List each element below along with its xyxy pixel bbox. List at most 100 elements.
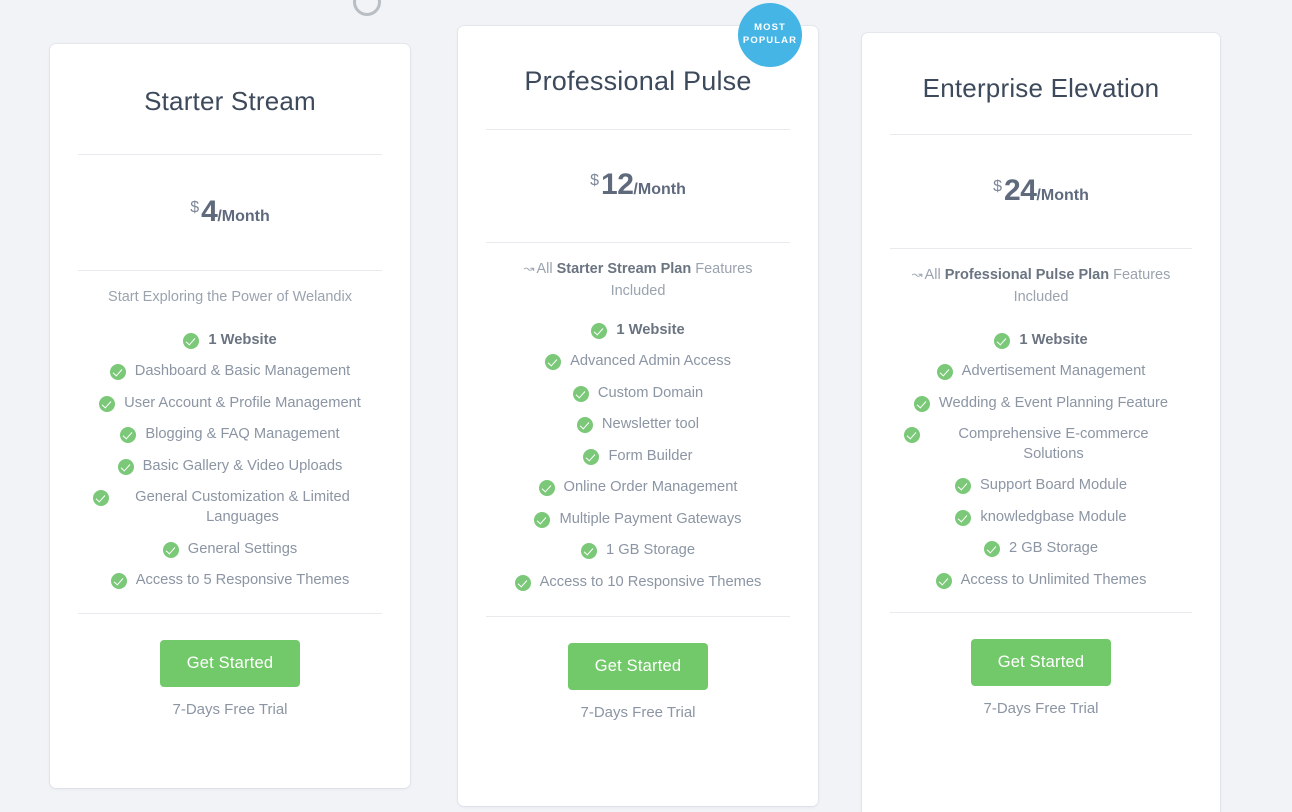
feature-item: Dashboard & Basic Management (68, 356, 392, 388)
price-block: $ 12 /Month (458, 130, 818, 242)
feature-item: Advertisement Management (880, 356, 1202, 388)
feature-item: Form Builder (476, 441, 800, 473)
most-popular-badge: MOST POPULAR (738, 3, 802, 67)
check-circle-icon (120, 427, 136, 443)
trial-note: 7-Days Free Trial (50, 687, 410, 718)
feature-label: 2 GB Storage (1009, 539, 1098, 559)
check-circle-icon (591, 323, 607, 339)
feature-label: Custom Domain (598, 384, 703, 404)
check-circle-icon (545, 354, 561, 370)
check-circle-icon (994, 333, 1010, 349)
feature-label: Access to 10 Responsive Themes (540, 573, 762, 593)
check-circle-icon (183, 333, 199, 349)
feature-label: Form Builder (608, 447, 692, 467)
get-started-button[interactable]: Get Started (568, 643, 709, 690)
price-period: /Month (1036, 187, 1088, 205)
get-started-button[interactable]: Get Started (160, 640, 301, 687)
trial-note: 7-Days Free Trial (862, 686, 1220, 717)
check-circle-icon (936, 573, 952, 589)
feature-item: 1 GB Storage (476, 535, 800, 567)
feature-label: Basic Gallery & Video Uploads (143, 457, 343, 477)
price-amount: 12 (601, 168, 633, 202)
feature-label: Newsletter tool (602, 415, 699, 435)
badge-line-1: MOST (754, 22, 786, 35)
loading-spinner-icon (353, 0, 381, 16)
feature-label: knowledgbase Module (980, 508, 1126, 528)
feature-label: Access to 5 Responsive Themes (136, 571, 350, 591)
feature-label: User Account & Profile Management (124, 394, 361, 414)
check-circle-icon (577, 417, 593, 433)
feature-item: Online Order Management (476, 472, 800, 504)
feature-label: General Customization & Limited Language… (118, 488, 368, 527)
feature-label: Advanced Admin Access (570, 352, 731, 372)
feature-label: Blogging & FAQ Management (145, 425, 339, 445)
check-circle-icon (914, 396, 930, 412)
feature-item: Multiple Payment Gateways (476, 504, 800, 536)
check-circle-icon (955, 510, 971, 526)
feature-item: Access to Unlimited Themes (880, 565, 1202, 597)
inherits-plan-name: Starter Stream Plan (557, 261, 692, 277)
feature-item: Basic Gallery & Video Uploads (68, 451, 392, 483)
feature-item: Comprehensive E-commerce Solutions (880, 419, 1202, 470)
feature-item: Wedding & Event Planning Feature (880, 388, 1202, 420)
feature-label: Multiple Payment Gateways (559, 510, 741, 530)
feature-item: knowledgbase Module (880, 502, 1202, 534)
feature-list-1: 1 Website Dashboard & Basic Management Use… (50, 315, 410, 597)
get-started-button[interactable]: Get Started (971, 639, 1112, 686)
feature-label: Wedding & Event Planning Feature (939, 394, 1168, 414)
price-block: $ 4 /Month (50, 155, 410, 270)
pricing-card-starter-stream[interactable]: Starter Stream $ 4 /Month Start Explorin… (50, 44, 410, 788)
check-circle-icon (515, 575, 531, 591)
feature-item: 1 Website (476, 315, 800, 347)
curved-arrow-icon: ↝ (524, 261, 535, 277)
feature-item: 1 Website (880, 325, 1202, 357)
feature-label: 1 Website (208, 331, 276, 351)
feature-item: General Customization & Limited Language… (68, 482, 392, 533)
check-circle-icon (99, 396, 115, 412)
feature-list-2: 1 Website Advanced Admin Access Custom Dom… (458, 309, 818, 599)
feature-item: Support Board Module (880, 470, 1202, 502)
check-circle-icon (539, 480, 555, 496)
feature-item: 2 GB Storage (880, 533, 1202, 565)
check-circle-icon (581, 543, 597, 559)
check-circle-icon (93, 490, 109, 506)
check-circle-icon (904, 427, 920, 443)
check-circle-icon (583, 449, 599, 465)
check-circle-icon (110, 364, 126, 380)
feature-item: Custom Domain (476, 378, 800, 410)
feature-item: Access to 10 Responsive Themes (476, 567, 800, 599)
pricing-card-professional-pulse[interactable]: Professional Pulse $ 12 /Month ↝All Star… (458, 26, 818, 806)
inherits-plan-name: Professional Pulse Plan (945, 267, 1109, 283)
feature-item: Access to 5 Responsive Themes (68, 565, 392, 597)
cta-area: Get Started 7-Days Free Trial (458, 617, 818, 721)
feature-label: Comprehensive E-commerce Solutions (929, 425, 1179, 464)
feature-item: Blogging & FAQ Management (68, 419, 392, 451)
cta-area: Get Started 7-Days Free Trial (50, 614, 410, 718)
plan-title: Starter Stream (50, 44, 410, 117)
feature-item: General Settings (68, 534, 392, 566)
feature-label: Online Order Management (564, 478, 738, 498)
feature-label: Dashboard & Basic Management (135, 362, 351, 382)
inherits-line: ↝All Professional Pulse Plan Features In… (862, 249, 1220, 315)
inherits-prefix: All (925, 267, 945, 283)
feature-label: 1 GB Storage (606, 541, 695, 561)
badge-line-2: POPULAR (743, 35, 797, 48)
currency-symbol: $ (190, 199, 199, 217)
feature-item: Advanced Admin Access (476, 346, 800, 378)
price-amount: 24 (1004, 174, 1036, 208)
feature-label: Support Board Module (980, 476, 1127, 496)
curved-arrow-icon: ↝ (912, 267, 923, 283)
trial-note: 7-Days Free Trial (458, 690, 818, 721)
check-circle-icon (111, 573, 127, 589)
price-period: /Month (217, 208, 269, 226)
currency-symbol: $ (993, 178, 1002, 196)
cta-area: Get Started 7-Days Free Trial (862, 613, 1220, 717)
feature-label: General Settings (188, 540, 297, 560)
feature-item: Newsletter tool (476, 409, 800, 441)
feature-label: Advertisement Management (962, 362, 1146, 382)
currency-symbol: $ (590, 172, 599, 190)
plan-title: Enterprise Elevation (862, 33, 1220, 104)
check-circle-icon (955, 478, 971, 494)
check-circle-icon (984, 541, 1000, 557)
pricing-card-enterprise-elevation[interactable]: Enterprise Elevation $ 24 /Month ↝All Pr… (862, 33, 1220, 812)
